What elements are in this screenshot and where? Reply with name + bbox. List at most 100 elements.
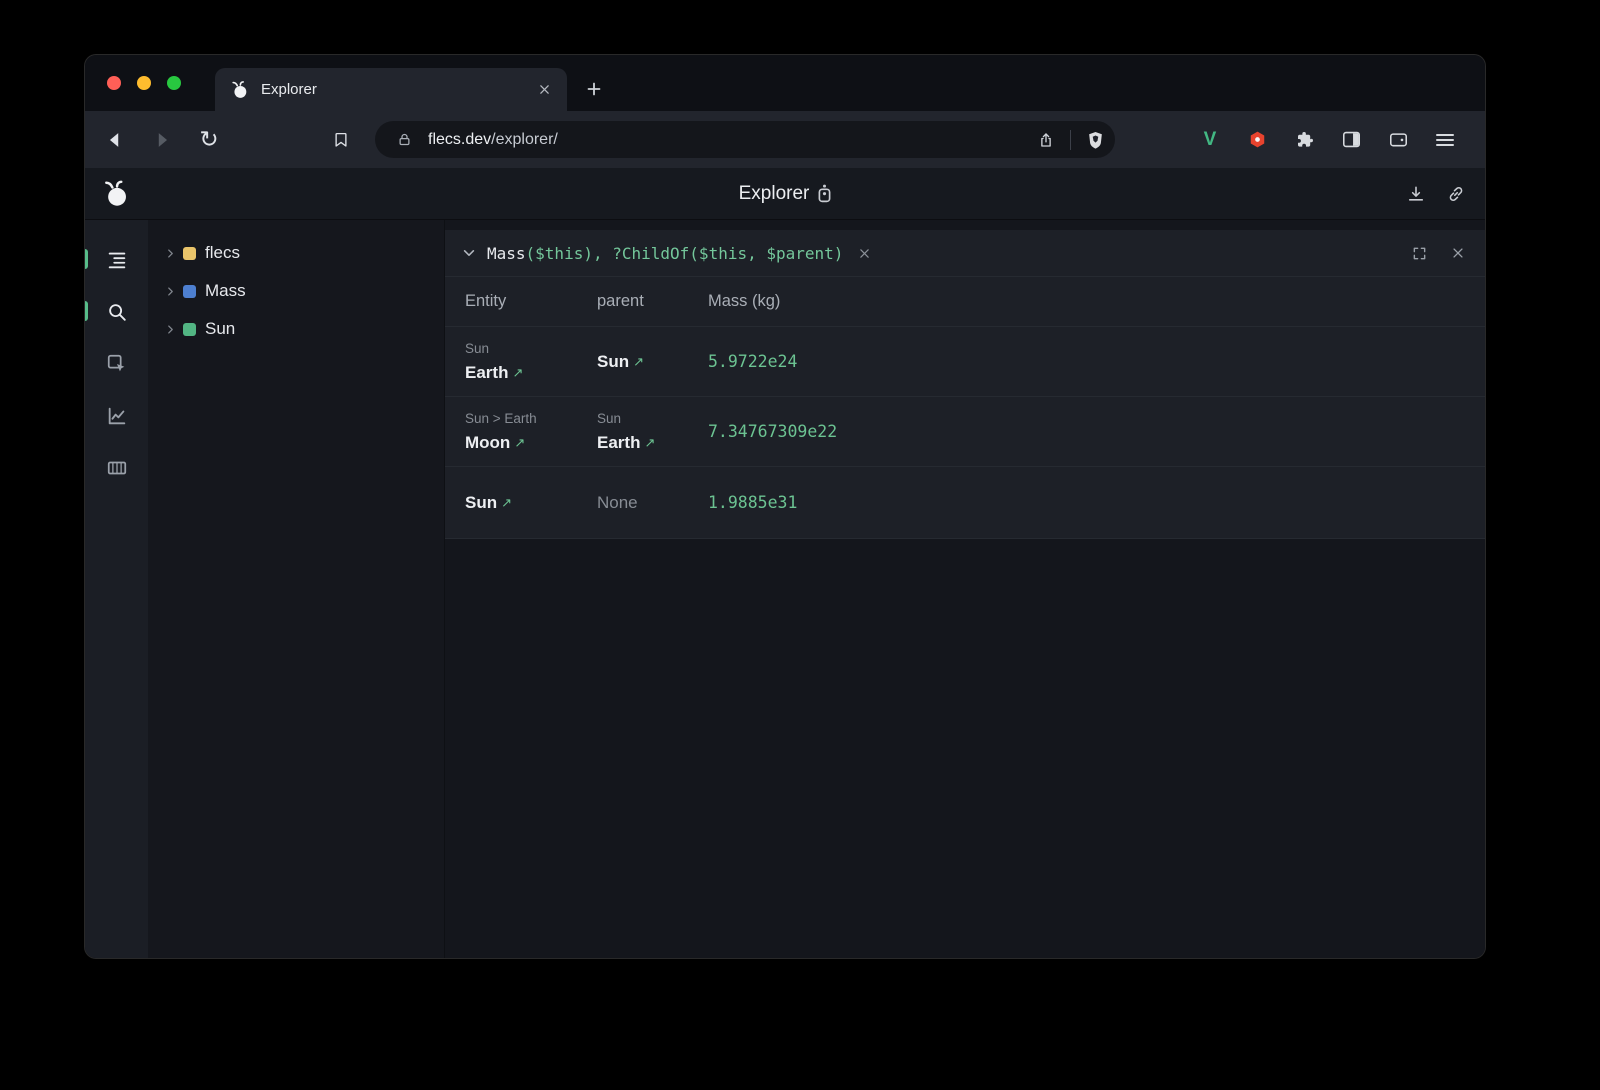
minimize-window-button[interactable] <box>137 76 151 90</box>
query-panel: Mass($this), ?ChildOf($this, $parent) <box>445 230 1485 539</box>
mass-value: 7.34767309e22 <box>708 397 1485 466</box>
query-segment: ?ChildOf <box>612 244 689 263</box>
table-row: Sun > Earth Moon↗ Sun Earth↗ 7.34767309e… <box>445 396 1485 466</box>
column-header-mass: Mass (kg) <box>708 292 1485 311</box>
entity-color-swatch <box>183 247 196 260</box>
extensions-button[interactable] <box>1287 123 1321 157</box>
entity-link[interactable]: Moon↗ <box>465 430 597 456</box>
entity-color-swatch <box>183 323 196 336</box>
entity-link[interactable]: Sun↗ <box>597 349 708 375</box>
bookmark-button[interactable] <box>324 123 358 157</box>
table-row: Sun Earth↗ Sun↗ 5.9722e24 <box>445 326 1485 396</box>
active-indicator-tree <box>85 249 88 269</box>
tree-outline-icon <box>106 249 128 271</box>
external-link-icon: ↗ <box>514 435 525 450</box>
tree-item-flecs[interactable]: flecs <box>148 234 444 272</box>
entity-cell: Sun > Earth Moon↗ <box>465 397 597 466</box>
entity-tree-panel: flecs Mass Sun <box>148 220 445 958</box>
query-panel-actions <box>1408 242 1469 264</box>
entity-link[interactable]: Earth↗ <box>465 360 597 386</box>
brave-shield-icon <box>1086 129 1105 150</box>
column-header-entity: Entity <box>465 292 597 311</box>
main-panel: Mass($this), ?ChildOf($this, $parent) <box>445 220 1485 958</box>
url-bar[interactable]: flecs.dev/explorer/ <box>375 121 1115 158</box>
forward-button[interactable] <box>145 123 179 157</box>
tree-item-label: Sun <box>205 319 235 339</box>
download-icon <box>1406 184 1426 204</box>
app-header: Explorer <box>85 168 1485 220</box>
sidebar-icon <box>1342 131 1361 148</box>
flecs-logo-icon <box>103 179 133 209</box>
tree-item-mass[interactable]: Mass <box>148 272 444 310</box>
entity-cell: Sun↗ <box>465 467 597 538</box>
hexagon-extension-button[interactable] <box>1240 123 1274 157</box>
chevron-down-icon[interactable] <box>462 246 476 260</box>
tree-item-sun[interactable]: Sun <box>148 310 444 348</box>
browser-window: Explorer ↻ <box>85 55 1485 958</box>
clear-query-icon[interactable] <box>854 243 874 263</box>
browser-tab[interactable]: Explorer <box>215 68 567 111</box>
flecs-favicon-icon <box>231 80 251 100</box>
url-text[interactable]: flecs.dev/explorer/ <box>428 131 1032 149</box>
hexagon-icon <box>1248 129 1267 150</box>
close-icon[interactable] <box>1447 242 1469 264</box>
sidebar-item-inspect[interactable] <box>104 351 130 377</box>
entity-path: Sun > Earth <box>465 408 597 430</box>
zoom-window-button[interactable] <box>167 76 181 90</box>
query-segment: ($this), <box>526 244 613 263</box>
tree-item-label: flecs <box>205 243 240 263</box>
vue-icon: V <box>1204 130 1217 149</box>
chevron-right-icon[interactable] <box>165 286 176 297</box>
query-expression[interactable]: Mass($this), ?ChildOf($this, $parent) <box>487 244 843 263</box>
brave-shields-button[interactable] <box>1081 126 1109 154</box>
entity-cell: Sun Earth↗ <box>465 327 597 396</box>
reload-icon: ↻ <box>199 128 218 151</box>
query-segment: Mass <box>487 244 526 263</box>
new-tab-button[interactable] <box>581 76 607 102</box>
lock-icon <box>397 132 412 147</box>
expand-icon[interactable] <box>1408 242 1430 264</box>
entity-path: Sun <box>597 408 708 430</box>
icon-sidebar <box>85 220 148 958</box>
share-link-button[interactable] <box>1443 181 1469 207</box>
url-divider <box>1070 130 1071 150</box>
hamburger-menu-icon <box>1436 133 1454 147</box>
parent-cell: None <box>597 467 708 538</box>
back-button[interactable] <box>98 123 132 157</box>
sidebar-item-query-search[interactable] <box>104 299 130 325</box>
entity-link[interactable]: Sun↗ <box>465 490 597 516</box>
mass-value: 1.9885e31 <box>708 467 1485 538</box>
url-path: /explorer/ <box>491 131 558 148</box>
vue-devtools-extension-button[interactable]: V <box>1193 123 1227 157</box>
reload-button[interactable]: ↻ <box>192 123 226 157</box>
sidebar-toggle-button[interactable] <box>1334 123 1368 157</box>
column-header-parent: parent <box>597 292 708 311</box>
desktop-background: Explorer ↻ <box>0 0 1600 1090</box>
inspect-cursor-icon <box>106 353 128 375</box>
wallet-button[interactable] <box>1381 123 1415 157</box>
parent-cell: Sun Earth↗ <box>597 397 708 466</box>
active-indicator-search <box>85 301 88 321</box>
site-info-lock-button[interactable] <box>390 126 418 154</box>
tab-close-icon[interactable] <box>533 79 555 101</box>
app-header-actions <box>1403 181 1469 207</box>
share-button[interactable] <box>1032 126 1060 154</box>
chevron-right-icon[interactable] <box>165 324 176 335</box>
remote-icon <box>818 184 831 203</box>
query-header: Mass($this), ?ChildOf($this, $parent) <box>445 230 1485 276</box>
external-link-icon: ↗ <box>501 495 512 510</box>
mass-value: 5.9722e24 <box>708 327 1485 396</box>
parent-cell: Sun↗ <box>597 327 708 396</box>
external-link-icon: ↗ <box>644 435 655 450</box>
close-window-button[interactable] <box>107 76 121 90</box>
entity-link[interactable]: Earth↗ <box>597 430 708 456</box>
download-button[interactable] <box>1403 181 1429 207</box>
puzzle-icon <box>1295 130 1314 149</box>
sidebar-item-statistics[interactable] <box>104 403 130 429</box>
browser-menu-button[interactable] <box>1428 123 1462 157</box>
external-link-icon: ↗ <box>633 354 644 369</box>
sidebar-item-entity-tree[interactable] <box>104 247 130 273</box>
sidebar-item-memory[interactable] <box>104 455 130 481</box>
entity-color-swatch <box>183 285 196 298</box>
chevron-right-icon[interactable] <box>165 248 176 259</box>
